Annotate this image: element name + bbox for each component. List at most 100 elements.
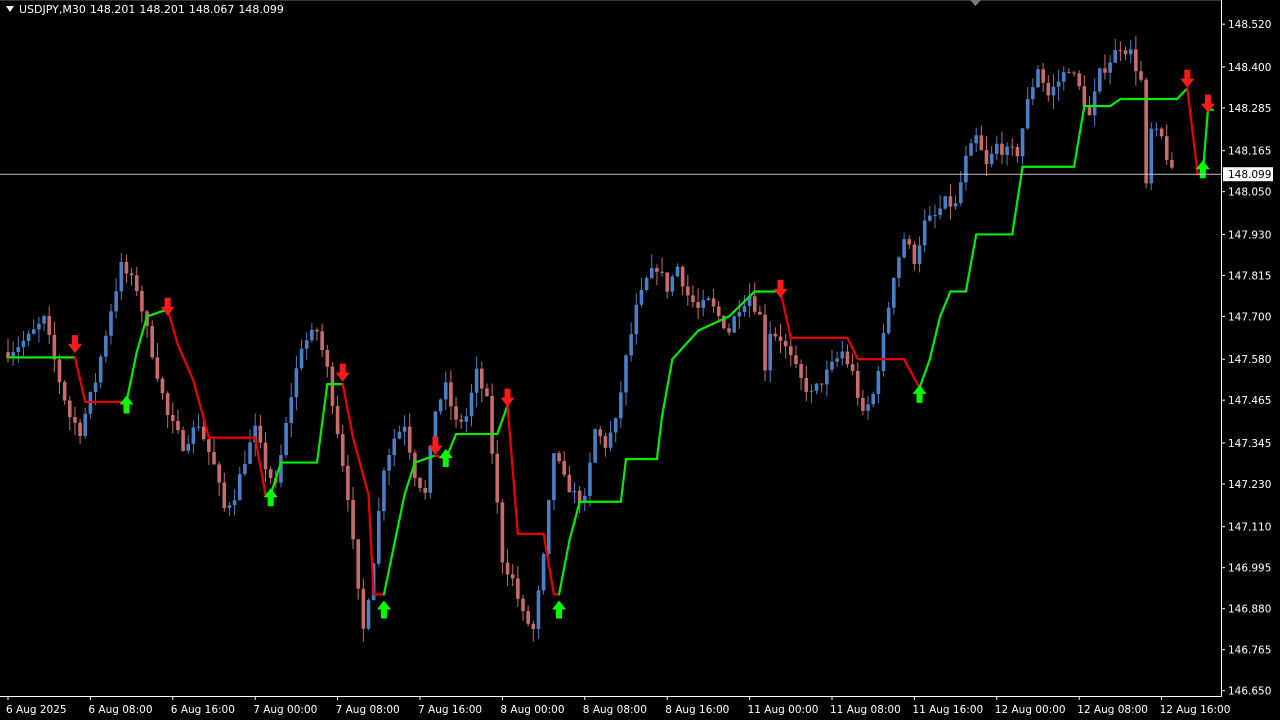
candle bbox=[495, 440, 500, 514]
candle-body bbox=[428, 445, 433, 493]
trend-segment-up bbox=[619, 457, 628, 503]
candle bbox=[696, 288, 700, 319]
candle-body bbox=[619, 392, 623, 419]
candle bbox=[1061, 66, 1066, 91]
trend-segment-up bbox=[413, 454, 437, 464]
candle-body bbox=[356, 539, 360, 589]
candle-body bbox=[861, 397, 865, 411]
price-tick-label: 147.230 bbox=[1228, 479, 1271, 491]
time-tick-label: 12 Aug 16:00 bbox=[1160, 704, 1231, 716]
candle-body bbox=[886, 307, 891, 334]
candle bbox=[129, 267, 134, 286]
candle-body bbox=[598, 429, 603, 437]
candle-body bbox=[68, 400, 72, 418]
candle-body bbox=[588, 462, 592, 497]
candle-body bbox=[732, 316, 736, 333]
candle-body bbox=[232, 500, 237, 506]
candle bbox=[459, 413, 463, 429]
candle bbox=[165, 391, 170, 429]
time-tick-label: 6 Aug 16:00 bbox=[171, 704, 235, 716]
candle bbox=[428, 444, 433, 499]
candle-body bbox=[325, 350, 330, 367]
candle bbox=[593, 427, 597, 464]
candle-body bbox=[1134, 49, 1138, 72]
time-tick-label: 8 Aug 00:00 bbox=[500, 704, 564, 716]
candle-body bbox=[809, 390, 814, 392]
candle bbox=[160, 376, 165, 400]
candle-body bbox=[443, 382, 448, 400]
candle-body bbox=[37, 323, 41, 330]
candle-body bbox=[819, 383, 824, 385]
candle-body bbox=[546, 500, 551, 555]
time-axis[interactable]: 6 Aug 2025 6 Aug 08:00 6 Aug 16:00 7 Aug 00… bbox=[6, 696, 1230, 716]
candle-body bbox=[392, 438, 397, 456]
candle bbox=[366, 598, 371, 630]
candle bbox=[1010, 138, 1015, 156]
candle-body bbox=[366, 600, 371, 629]
candle-body bbox=[304, 340, 309, 349]
trend-segment-down bbox=[1186, 87, 1199, 175]
candle bbox=[1092, 78, 1097, 127]
price-tick-label: 146.880 bbox=[1228, 604, 1271, 616]
candle-body bbox=[789, 346, 793, 356]
candle bbox=[804, 365, 809, 402]
candle-body bbox=[521, 598, 525, 612]
candle bbox=[789, 334, 793, 367]
candle-body bbox=[1000, 143, 1004, 155]
candle-body bbox=[727, 328, 731, 333]
price-tick-label: 146.765 bbox=[1228, 645, 1271, 657]
trend-segment-up bbox=[568, 500, 581, 543]
sell-arrow-icon bbox=[773, 279, 788, 298]
candle-body bbox=[608, 432, 613, 448]
trend-segment-up bbox=[393, 493, 406, 546]
candle-body bbox=[207, 439, 211, 452]
trend-segment-up bbox=[939, 290, 952, 318]
candle bbox=[989, 145, 994, 168]
candle bbox=[644, 275, 649, 292]
candle bbox=[418, 476, 422, 492]
candle bbox=[1072, 70, 1076, 77]
candle bbox=[31, 319, 36, 335]
price-axis[interactable]: 148.520 148.400 148.285 148.165 148.050 147.9… bbox=[1221, 19, 1271, 698]
price-chart[interactable]: 148.520 148.400 148.285 148.165 148.050 147.9… bbox=[0, 0, 1280, 720]
chart-window[interactable]: USDJPY,M30 148.201 148.201 148.067 148.099 1… bbox=[0, 0, 1280, 720]
candle bbox=[1108, 55, 1112, 85]
candle-body bbox=[799, 364, 803, 378]
candle-body bbox=[52, 334, 57, 360]
candle bbox=[47, 306, 51, 345]
candle bbox=[315, 327, 319, 341]
candle-body bbox=[1159, 128, 1164, 137]
price-tick-label: 147.700 bbox=[1228, 311, 1271, 323]
candle-body bbox=[186, 443, 191, 451]
candle bbox=[222, 472, 227, 512]
candle-body bbox=[526, 611, 530, 624]
trend-segment-up bbox=[964, 233, 978, 293]
buy-arrow-icon bbox=[912, 384, 927, 403]
candle bbox=[938, 194, 942, 220]
candle-body bbox=[773, 333, 778, 337]
candle bbox=[598, 426, 603, 445]
trend-segment-down bbox=[176, 343, 195, 382]
candle bbox=[819, 383, 824, 393]
candle-body bbox=[1123, 50, 1128, 55]
buy-arrow-icon bbox=[552, 600, 567, 619]
candle-body bbox=[737, 311, 742, 317]
candle-body bbox=[624, 355, 628, 393]
candle-body bbox=[191, 427, 196, 444]
price-tick-label: 148.165 bbox=[1228, 146, 1271, 158]
candle-body bbox=[459, 419, 463, 422]
candle-body bbox=[639, 289, 644, 305]
candle bbox=[603, 433, 608, 457]
candle bbox=[1154, 122, 1159, 137]
candle-body bbox=[176, 420, 180, 431]
trend-segment-down bbox=[73, 356, 87, 404]
candle-body bbox=[897, 257, 901, 278]
candle-body bbox=[212, 451, 216, 465]
candle bbox=[912, 241, 917, 271]
candle bbox=[1031, 78, 1035, 106]
candle-body bbox=[1098, 68, 1102, 92]
trend-segment-up bbox=[1108, 97, 1122, 108]
candle bbox=[521, 594, 525, 621]
buy-arrow-icon bbox=[376, 600, 391, 619]
candle-body bbox=[289, 397, 294, 423]
